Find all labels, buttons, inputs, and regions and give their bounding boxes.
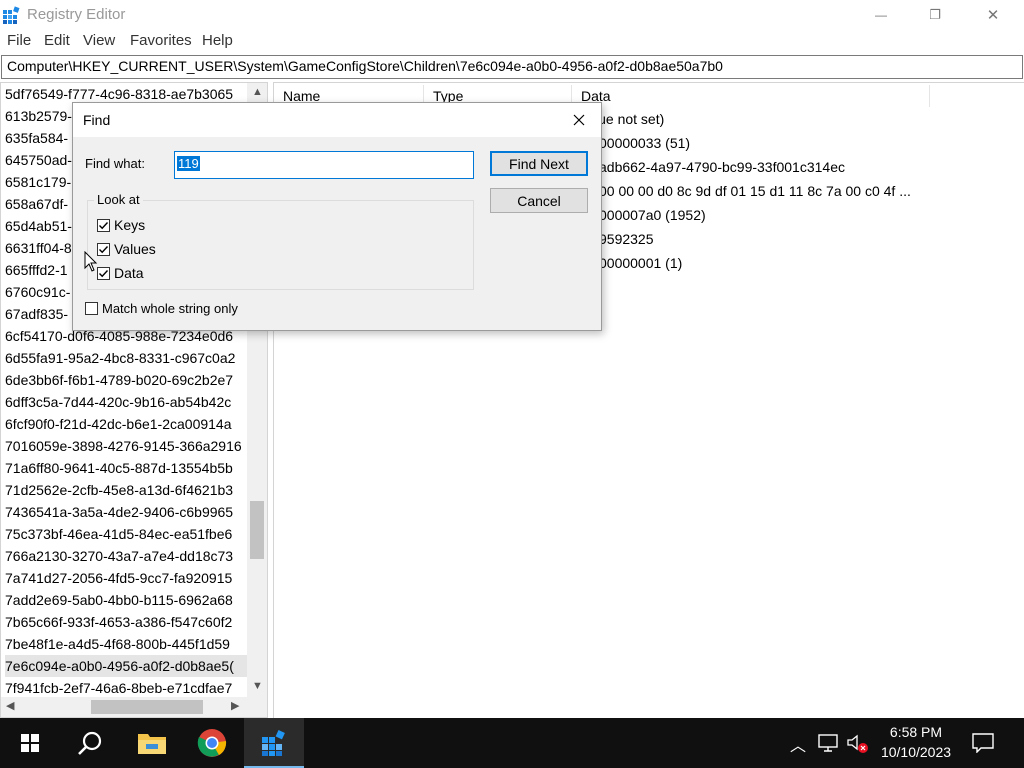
tree-item[interactable]: 75c373bf-46ea-41d5-84ec-ea51fbe6 [5, 523, 247, 545]
close-icon: ✕ [986, 7, 1000, 24]
menu-favorites[interactable]: Favorites [130, 32, 192, 49]
value-row-data[interactable]: 00000033 (51) [599, 131, 690, 155]
chrome-icon [197, 729, 227, 757]
tree-item[interactable]: 766a2130-3270-43a7-a7e4-dd18c73 [5, 545, 247, 567]
registry-editor-icon [262, 730, 285, 756]
find-what-input[interactable]: 119 [174, 151, 474, 179]
menu-help[interactable]: Help [202, 32, 233, 49]
find-dialog-title-bar: Find [73, 103, 601, 137]
tree-item[interactable]: 6de3bb6f-f6b1-4789-b020-69c2b2e7 [5, 369, 247, 391]
data-check-icon [97, 266, 110, 280]
taskbar: ︿ 6:58 PM 10/10/2023 [0, 718, 1024, 768]
find-what-label: Find what: [85, 156, 145, 171]
keys-check-icon [97, 218, 110, 232]
notifications-icon[interactable] [972, 733, 994, 753]
scroll-right-icon[interactable]: ▶ [231, 701, 239, 712]
search-button[interactable] [60, 718, 120, 768]
restore-icon: ❐ [929, 7, 941, 22]
windows-logo-icon [21, 734, 39, 752]
registry-editor-icon [3, 6, 20, 24]
minimize-icon: — [875, 8, 887, 22]
menu-bar: File Edit View Favorites Help [0, 30, 1024, 52]
tree-item[interactable]: 71a6ff80-9641-40c5-887d-13554b5b [5, 457, 247, 479]
value-row-data[interactable]: 9592325 [599, 227, 654, 251]
scroll-left-icon[interactable]: ◀ [6, 701, 14, 712]
search-icon [78, 731, 102, 755]
find-dialog-title: Find [83, 112, 111, 128]
tree-item[interactable]: 7be48f1e-a4d5-4f68-800b-445f1d59 [5, 633, 247, 655]
menu-edit[interactable]: Edit [44, 32, 70, 49]
unchecked-box-icon [85, 302, 98, 315]
scroll-down-icon[interactable]: ▼ [252, 681, 263, 692]
match-whole-string-checkbox[interactable]: Match whole string only [85, 301, 238, 316]
file-explorer-button[interactable] [122, 718, 182, 768]
match-whole-string-label: Match whole string only [102, 301, 238, 316]
look-at-label: Look at [94, 192, 143, 207]
menu-file[interactable]: File [7, 32, 31, 49]
address-bar[interactable]: Computer\HKEY_CURRENT_USER\System\GameCo… [1, 55, 1023, 79]
menu-view[interactable]: View [83, 32, 115, 49]
network-icon[interactable] [818, 734, 838, 752]
window-title: Registry Editor [27, 6, 126, 23]
find-dialog: Find Find what: 119 Find Next Cancel Loo… [72, 102, 602, 331]
tree-item[interactable]: 7b65c66f-933f-4653-a386-f547c60f2 [5, 611, 247, 633]
minimize-button[interactable]: — [858, 0, 904, 30]
tree-horizontal-scroll-thumb[interactable] [91, 700, 203, 714]
chrome-button[interactable] [182, 718, 242, 768]
tree-item[interactable]: 7e6c094e-a0b0-4956-a0f2-d0b8ae5( [5, 655, 247, 677]
keys-label: Keys [114, 217, 146, 233]
find-next-button[interactable]: Find Next [490, 151, 588, 176]
volume-muted-icon[interactable] [846, 733, 870, 755]
close-button[interactable]: ✕ [970, 0, 1016, 30]
value-row-data[interactable]: 00000001 (1) [599, 251, 682, 275]
value-row-data[interactable]: adb662-4a97-4790-bc99-33f001c314ec [599, 155, 845, 179]
tree-item[interactable]: 6dff3c5a-7d44-420c-9b16-ab54b42c [5, 391, 247, 413]
clock-time: 6:58 PM [889, 724, 943, 740]
clock-date: 10/10/2023 [880, 744, 952, 760]
folder-icon [138, 734, 166, 754]
tree-vertical-scroll-thumb[interactable] [250, 501, 264, 559]
scrollbar-corner [247, 697, 267, 717]
close-icon [573, 114, 585, 126]
mouse-cursor-icon [84, 251, 98, 272]
cancel-button[interactable]: Cancel [490, 188, 588, 213]
tree-horizontal-scrollbar[interactable]: ◀ ▶ [1, 697, 247, 717]
tree-item[interactable]: 7f941fcb-2ef7-46a6-8beb-e71cdfae7 [5, 677, 247, 699]
value-row-data[interactable]: lue not set) [595, 107, 664, 131]
show-hidden-icons-icon[interactable]: ︿ [790, 732, 806, 756]
keys-checkbox[interactable]: Keys [97, 217, 145, 233]
title-bar: Registry Editor — ❐ ✕ [0, 0, 1024, 30]
column-header-data[interactable]: Data [572, 85, 930, 107]
tree-item[interactable]: 7016059e-3898-4276-9145-366a2916 [5, 435, 247, 457]
system-clock[interactable]: 6:58 PM 10/10/2023 [872, 722, 960, 762]
tree-item[interactable]: 6d55fa91-95a2-4bc8-8331-c967c0a2 [5, 347, 247, 369]
value-row-data[interactable]: 00 00 00 d0 8c 9d df 01 15 d1 11 8c 7a 0… [599, 179, 911, 203]
scroll-up-icon[interactable]: ▲ [252, 87, 263, 98]
restore-button[interactable]: ❐ [912, 0, 958, 30]
registry-editor-taskbar-button[interactable] [244, 718, 304, 768]
value-row-data[interactable]: 000007a0 (1952) [599, 203, 706, 227]
data-checkbox[interactable]: Data [97, 265, 144, 281]
tree-item[interactable]: 7436541a-3a5a-4de2-9406-c6b9965 [5, 501, 247, 523]
start-button[interactable] [0, 718, 60, 768]
tree-item[interactable]: 71d2562e-2cfb-45e8-a13d-6f4621b3 [5, 479, 247, 501]
values-checkbox[interactable]: Values [97, 241, 156, 257]
tree-item[interactable]: 6fcf90f0-f21d-42dc-b6e1-2ca00914a [5, 413, 247, 435]
find-dialog-close-button[interactable] [567, 108, 591, 132]
find-what-value: 119 [177, 156, 200, 171]
values-label: Values [114, 241, 156, 257]
tree-item[interactable]: 7a741d27-2056-4fd5-9cc7-fa920915 [5, 567, 247, 589]
values-check-icon [97, 242, 110, 256]
data-label: Data [114, 265, 144, 281]
tree-item[interactable]: 7add2e69-5ab0-4bb0-b115-6962a68 [5, 589, 247, 611]
